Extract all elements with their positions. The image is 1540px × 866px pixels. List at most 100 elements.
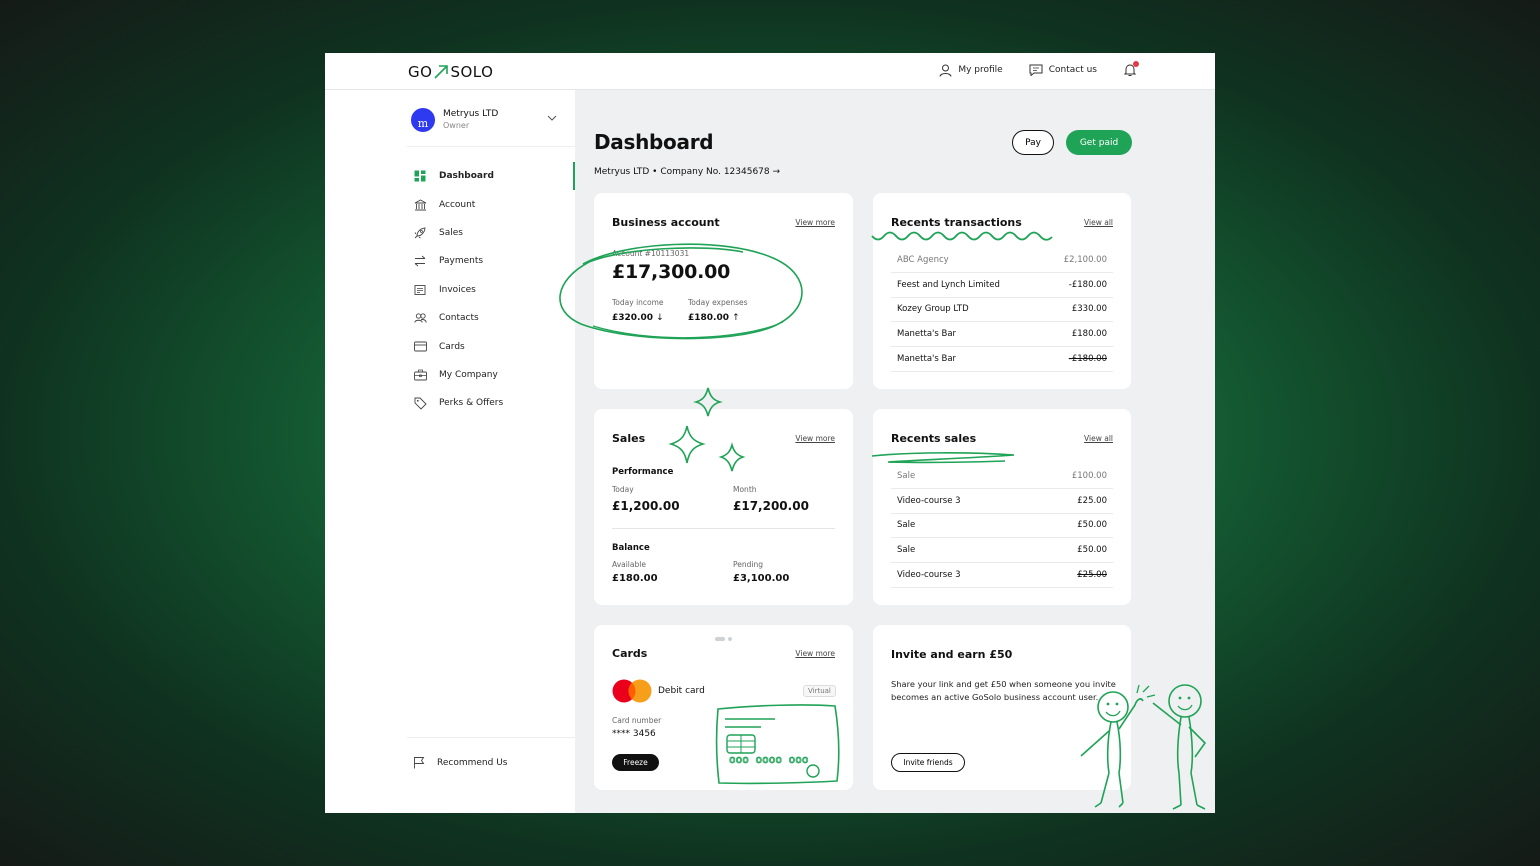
income-label: Today income [612, 298, 664, 307]
gosolo-logo[interactable]: GO SOLO [408, 63, 493, 81]
sidebar-item-perks-offers[interactable]: Perks & Offers [413, 389, 575, 417]
tx-amount: -£180.00 [1068, 279, 1107, 290]
app-window: GO SOLO My profile Contact us m Metryus … [325, 53, 1215, 813]
bank-icon [414, 199, 426, 211]
invite-card: Invite and earn £50 Share your link and … [873, 625, 1131, 790]
org-name: Metryus LTD [443, 109, 499, 119]
list-item[interactable]: ABC Agency £2,100.00 [891, 248, 1113, 273]
view-more-link[interactable]: View more [795, 434, 835, 443]
sidebar: m Metryus LTD Owner Dashboard Account Sa… [325, 90, 575, 813]
flag-icon [414, 757, 425, 769]
chevron-down-icon [547, 115, 557, 121]
sidebar-item-label: Sales [439, 227, 463, 238]
view-more-link[interactable]: View more [795, 218, 835, 227]
card-icon [413, 341, 427, 352]
sidebar-item-sales[interactable]: Sales [413, 219, 575, 247]
tag-icon [414, 397, 427, 410]
notifications-button[interactable] [1123, 61, 1139, 77]
transactions-list: ABC Agency £2,100.00 Feest and Lynch Limi… [891, 248, 1113, 372]
sidebar-item-cards[interactable]: Cards [413, 332, 575, 360]
list-item[interactable]: Manetta's Bar -£180.00 [891, 347, 1113, 372]
list-item[interactable]: Video-course 3 £25.00 [891, 563, 1113, 588]
list-item[interactable]: Kozey Group LTD £330.00 [891, 298, 1113, 323]
today-value: £1,200.00 [612, 499, 680, 513]
my-profile-link[interactable]: My profile [939, 64, 1003, 77]
notification-badge [1133, 61, 1139, 67]
view-all-link[interactable]: View all [1084, 218, 1113, 227]
sale-name: Video-course 3 [897, 495, 961, 506]
sale-amount: £25.00 [1077, 495, 1107, 506]
org-switcher[interactable]: m Metryus LTD Owner [411, 105, 563, 135]
sidebar-item-label: My Company [439, 369, 498, 380]
divider [407, 146, 575, 147]
view-more-link[interactable]: View more [795, 649, 835, 658]
arrow-down-icon: ↓ [656, 313, 664, 323]
card-title: Recents sales [891, 432, 977, 445]
business-account-card: Business account View more Account #1011… [594, 193, 853, 389]
contact-us-link[interactable]: Contact us [1029, 64, 1097, 76]
company-breadcrumb[interactable]: Metryus LTD • Company No. 12345678 → [594, 167, 780, 177]
top-bar: GO SOLO My profile Contact us [325, 53, 1215, 90]
sidebar-item-label: Invoices [439, 284, 476, 295]
pay-button[interactable]: Pay [1012, 130, 1054, 155]
sale-amount: £100.00 [1071, 470, 1107, 481]
sidebar-item-account[interactable]: Account [413, 190, 575, 218]
sidebar-item-contacts[interactable]: Contacts [413, 304, 575, 332]
recent-transactions-card: Recents transactions View all ABC Agency… [873, 193, 1131, 389]
cards-card: Cards View more Debit card Virtual Card … [594, 625, 853, 790]
sales-list: Sale £100.00 Video-course 3 £25.00 Sale £50… [891, 464, 1113, 588]
card-title: Sales [612, 432, 646, 445]
divider [407, 737, 575, 738]
list-item[interactable]: Feest and Lynch Limited -£180.00 [891, 273, 1113, 298]
sidebar-item-my-company[interactable]: My Company [413, 361, 575, 389]
get-paid-button[interactable]: Get paid [1066, 130, 1132, 155]
list-item[interactable]: Manetta's Bar £180.00 [891, 322, 1113, 348]
list-item[interactable]: Video-course 3 £25.00 [891, 489, 1113, 514]
sidebar-item-payments[interactable]: Payments [413, 247, 575, 275]
card-number-label: Card number [612, 716, 662, 725]
available-label: Available [612, 560, 646, 569]
list-item[interactable]: Sale £100.00 [891, 464, 1113, 489]
sidebar-item-label: Payments [439, 256, 484, 267]
sales-card: Sales View more Performance Today £1,200… [594, 409, 853, 605]
recent-sales-card: Recents sales View all Sale £100.00 Video… [873, 409, 1131, 605]
rocket-icon [414, 227, 426, 239]
month-label: Month [733, 485, 757, 494]
org-avatar: m [411, 108, 435, 132]
chat-icon [1029, 64, 1043, 76]
tx-amount: £2,100.00 [1063, 254, 1107, 265]
sidebar-nav: Dashboard Account Sales Payments Invoice… [413, 162, 575, 418]
invoice-icon [414, 284, 426, 295]
virtual-badge: Virtual [803, 685, 836, 697]
balance-heading: Balance [612, 543, 650, 553]
freeze-button[interactable]: Freeze [612, 754, 659, 771]
list-item[interactable]: Sale £50.00 [891, 514, 1113, 539]
sidebar-item-dashboard[interactable]: Dashboard [413, 162, 575, 190]
sidebar-item-label: Account [439, 199, 476, 210]
logo-text-left: GO [408, 63, 433, 81]
month-value: £17,200.00 [733, 499, 809, 513]
contact-us-label: Contact us [1048, 65, 1097, 75]
sidebar-item-invoices[interactable]: Invoices [413, 276, 575, 304]
card-number: **** 3456 [612, 729, 656, 739]
sidebar-item-label: Cards [439, 341, 465, 352]
tx-amount: -£180.00 [1068, 354, 1107, 365]
card-title: Recents transactions [891, 216, 1022, 229]
expenses-value: £180.00 [688, 313, 729, 323]
sale-amount: £50.00 [1077, 545, 1107, 556]
recommend-us-link[interactable]: Recommend Us [413, 756, 507, 769]
transfer-icon [414, 256, 426, 267]
card-title: Cards [612, 647, 648, 660]
invite-friends-button[interactable]: Invite friends [891, 753, 965, 772]
list-item[interactable]: Sale £50.00 [891, 538, 1113, 564]
my-profile-label: My profile [958, 65, 1003, 75]
briefcase-icon [413, 369, 427, 381]
carousel-dots[interactable] [715, 637, 732, 641]
org-role: Owner [443, 121, 470, 130]
divider [612, 528, 835, 529]
logo-text-right: SOLO [450, 63, 494, 81]
expenses-label: Today expenses [688, 298, 748, 307]
view-all-link[interactable]: View all [1084, 434, 1113, 443]
tx-name: Manetta's Bar [897, 354, 957, 365]
sale-amount: £25.00 [1077, 570, 1107, 581]
